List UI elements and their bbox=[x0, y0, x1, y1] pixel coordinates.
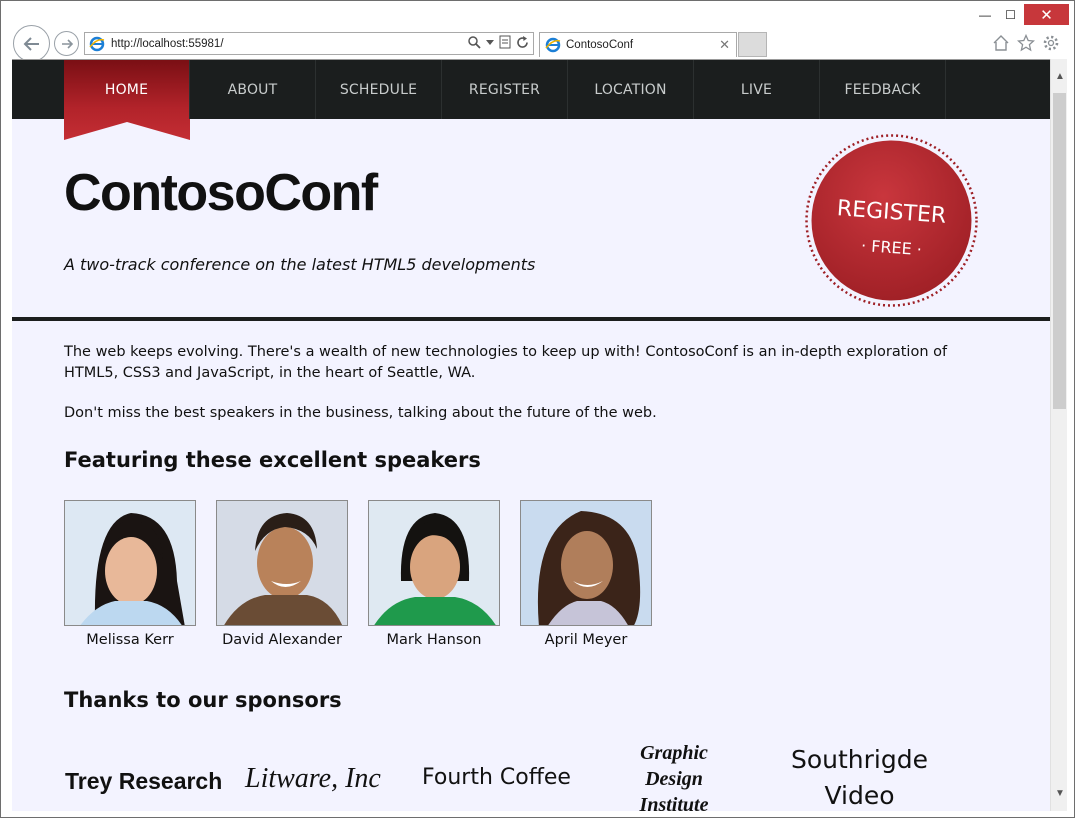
nav-feedback[interactable]: FEEDBACK bbox=[820, 60, 946, 119]
header-divider bbox=[12, 317, 1050, 321]
speaker-card[interactable]: Melissa Kerr bbox=[64, 500, 196, 648]
speaker-name: David Alexander bbox=[222, 632, 342, 648]
speaker-photo bbox=[216, 500, 348, 626]
nav-live[interactable]: LIVE bbox=[694, 60, 820, 119]
sponsor-logo-fourth-coffee[interactable]: Fourth Coffee bbox=[422, 765, 571, 790]
speaker-photo bbox=[520, 500, 652, 626]
tab-title: ContosoConf bbox=[566, 39, 634, 51]
speaker-photo bbox=[368, 500, 500, 626]
intro-paragraph-1: The web keeps evolving. There's a wealth… bbox=[64, 344, 948, 381]
address-bar[interactable]: http://localhost:55981/ bbox=[84, 32, 534, 55]
maximize-button[interactable]: ☐ bbox=[997, 4, 1024, 25]
speaker-card[interactable]: Mark Hanson bbox=[368, 500, 500, 648]
nav-about[interactable]: ABOUT bbox=[190, 60, 316, 119]
browser-window: — ☐ ✕ http://localhost:55981/ ContosoCon… bbox=[0, 0, 1075, 818]
scrollbar-thumb[interactable] bbox=[1053, 93, 1066, 409]
nav-register[interactable]: REGISTER bbox=[442, 60, 568, 119]
new-tab-button[interactable] bbox=[738, 32, 767, 57]
speaker-card[interactable]: David Alexander bbox=[216, 500, 348, 648]
scroll-down-arrow-icon[interactable]: ▼ bbox=[1055, 788, 1065, 799]
ie-favicon-icon bbox=[545, 37, 561, 53]
vertical-scrollbar[interactable]: ▲ ▼ bbox=[1050, 59, 1067, 811]
tagline: A two-track conference on the latest HTM… bbox=[64, 255, 536, 274]
page-title: ContosoConf bbox=[64, 164, 378, 222]
search-icon[interactable] bbox=[467, 35, 481, 49]
nav-home[interactable]: HOME bbox=[64, 60, 190, 119]
ie-favicon-icon bbox=[89, 36, 105, 51]
sponsor-logo-southrigde-video[interactable]: Southrigde Video bbox=[787, 742, 932, 811]
favorites-star-icon[interactable] bbox=[1017, 34, 1035, 52]
refresh-icon[interactable] bbox=[516, 35, 529, 49]
close-window-button[interactable]: ✕ bbox=[1024, 4, 1069, 25]
nav-location[interactable]: LOCATION bbox=[568, 60, 694, 119]
page-viewport: HOME ABOUT SCHEDULE REGISTER LOCATION LI… bbox=[12, 59, 1050, 811]
speaker-name: Mark Hanson bbox=[386, 632, 482, 648]
back-button[interactable] bbox=[13, 25, 50, 62]
site-nav: HOME ABOUT SCHEDULE REGISTER LOCATION LI… bbox=[12, 60, 1050, 140]
gear-icon[interactable] bbox=[1042, 34, 1060, 52]
address-url: http://localhost:55981/ bbox=[111, 37, 224, 50]
scroll-up-arrow-icon[interactable]: ▲ bbox=[1055, 71, 1065, 82]
compatibility-view-icon[interactable] bbox=[499, 35, 511, 49]
tab-contosoconf[interactable]: ContosoConf ✕ bbox=[539, 32, 737, 57]
forward-button[interactable] bbox=[54, 31, 79, 56]
speaker-name: April Meyer bbox=[544, 632, 628, 648]
back-arrow-icon bbox=[23, 36, 39, 51]
speakers-heading: Featuring these excellent speakers bbox=[64, 448, 481, 472]
intro-paragraph-2: Don't miss the best speakers in the busi… bbox=[64, 405, 657, 421]
dropdown-arrow-icon[interactable] bbox=[486, 38, 494, 46]
sponsor-logo-graphic-design-institute[interactable]: Graphic Design Institute bbox=[626, 740, 722, 811]
nav-schedule[interactable]: SCHEDULE bbox=[316, 60, 442, 119]
sponsor-logo-litware[interactable]: Litware, Inc bbox=[245, 763, 381, 795]
tab-close-icon[interactable]: ✕ bbox=[719, 37, 730, 53]
speaker-name: Melissa Kerr bbox=[86, 632, 174, 648]
minimize-button[interactable]: — bbox=[970, 4, 1000, 25]
sponsor-logo-trey-research[interactable]: Trey Research bbox=[65, 768, 222, 795]
sponsors-heading: Thanks to our sponsors bbox=[64, 688, 342, 712]
speaker-card[interactable]: April Meyer bbox=[520, 500, 652, 648]
forward-arrow-icon bbox=[61, 38, 73, 49]
speaker-photo bbox=[64, 500, 196, 626]
home-icon[interactable] bbox=[992, 34, 1010, 52]
